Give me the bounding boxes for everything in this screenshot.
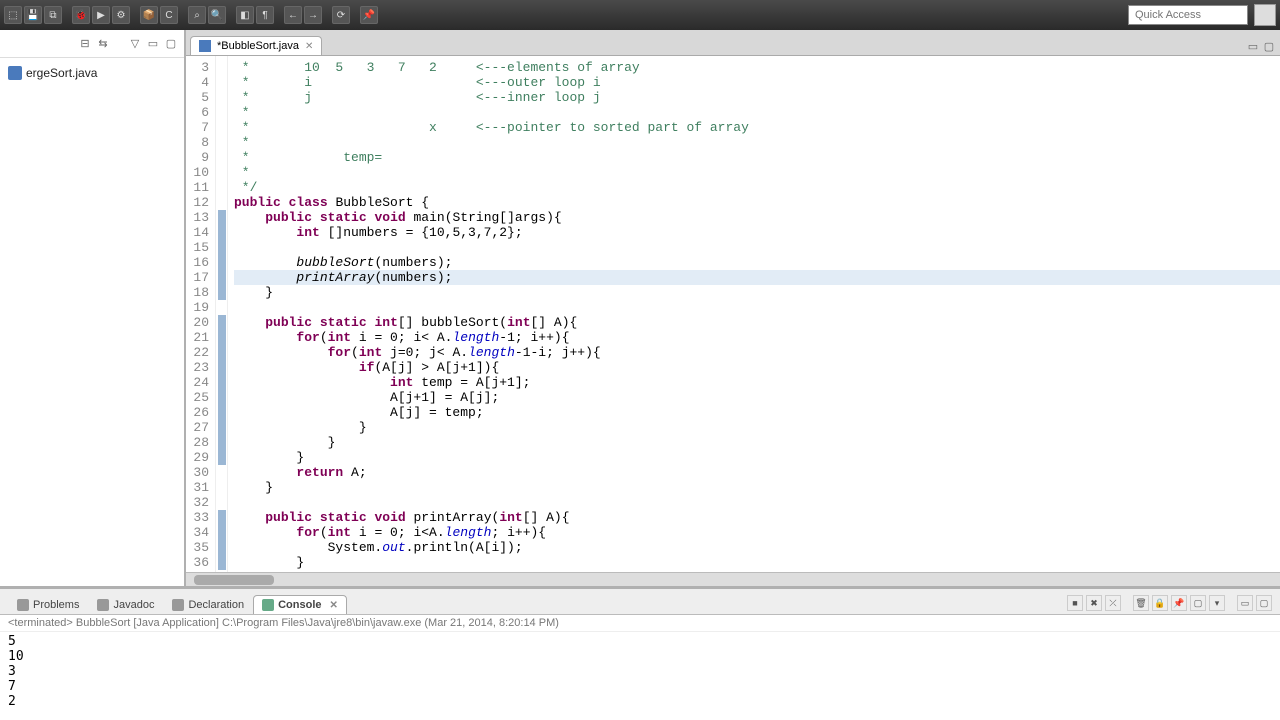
toolbar-button[interactable]: ⬚ bbox=[4, 6, 22, 24]
close-icon[interactable]: ✕ bbox=[305, 41, 313, 52]
debug-button[interactable]: 🐞 bbox=[72, 6, 90, 24]
forward-button[interactable]: → bbox=[304, 6, 322, 24]
problems-icon bbox=[17, 599, 29, 611]
pin-button[interactable]: 📌 bbox=[360, 6, 378, 24]
search-button[interactable]: 🔍 bbox=[208, 6, 226, 24]
new-class-button[interactable]: C bbox=[160, 6, 178, 24]
minimize-icon[interactable]: ▭ bbox=[1237, 595, 1253, 611]
horizontal-scrollbar[interactable] bbox=[186, 572, 1280, 586]
package-explorer: ⊟ ⇆ ▽ ▭ ▢ ergeSort.java bbox=[0, 30, 186, 586]
remove-all-button[interactable]: ⤫ bbox=[1105, 595, 1121, 611]
java-file-icon bbox=[199, 40, 211, 52]
tab-javadoc[interactable]: Javadoc bbox=[88, 595, 163, 614]
view-menu-icon[interactable]: ▽ bbox=[128, 37, 142, 51]
open-type-button[interactable]: ⌕ bbox=[188, 6, 206, 24]
collapse-all-icon[interactable]: ⊟ bbox=[78, 37, 92, 51]
display-console-button[interactable]: ▢ bbox=[1190, 595, 1206, 611]
editor-tab[interactable]: *BubbleSort.java ✕ bbox=[190, 36, 322, 55]
console-toolbar: ■ ✖ ⤫ 🗑 🔒 📌 ▢ ▾ ▭ ▢ bbox=[1067, 595, 1280, 614]
save-all-button[interactable]: ⧉ bbox=[44, 6, 62, 24]
main-toolbar: ⬚ 💾 ⧉ 🐞 ▶ ⚙ 📦 C ⌕ 🔍 ◧ ¶ ← → ⟳ 📌 bbox=[0, 0, 1280, 30]
file-name: ergeSort.java bbox=[26, 66, 97, 80]
java-perspective-button[interactable] bbox=[1254, 4, 1276, 26]
package-explorer-toolbar: ⊟ ⇆ ▽ ▭ ▢ bbox=[0, 30, 184, 58]
maximize-icon[interactable]: ▢ bbox=[164, 37, 178, 51]
back-button[interactable]: ← bbox=[284, 6, 302, 24]
show-whitespace-button[interactable]: ¶ bbox=[256, 6, 274, 24]
code-content[interactable]: * 10 5 3 7 2 <---elements of array * i <… bbox=[228, 56, 1280, 572]
save-button[interactable]: 💾 bbox=[24, 6, 42, 24]
console-icon bbox=[262, 599, 274, 611]
open-console-button[interactable]: ▾ bbox=[1209, 595, 1225, 611]
clear-console-button[interactable]: 🗑 bbox=[1133, 595, 1149, 611]
minimize-icon[interactable]: ▭ bbox=[146, 37, 160, 51]
close-icon[interactable]: ✕ bbox=[330, 600, 338, 611]
scrollbar-thumb[interactable] bbox=[194, 575, 274, 585]
external-button[interactable]: ⚙ bbox=[112, 6, 130, 24]
editor-tab-label: *BubbleSort.java bbox=[217, 40, 299, 52]
minimize-icon[interactable]: ▭ bbox=[1246, 39, 1260, 53]
editor-pane: *BubbleSort.java ✕ ▭ ▢ 34567891011121314… bbox=[186, 30, 1280, 586]
javadoc-icon bbox=[97, 599, 109, 611]
file-item[interactable]: ergeSort.java bbox=[4, 64, 180, 82]
quick-access-input[interactable] bbox=[1128, 5, 1248, 25]
console-output[interactable]: 5 10 3 7 2 bbox=[0, 632, 1280, 720]
pin-console-button[interactable]: 📌 bbox=[1171, 595, 1187, 611]
remove-launch-button[interactable]: ✖ bbox=[1086, 595, 1102, 611]
code-editor[interactable]: 3456789101112131415161718192021222324252… bbox=[186, 56, 1280, 572]
scroll-lock-button[interactable]: 🔒 bbox=[1152, 595, 1168, 611]
terminate-button[interactable]: ■ bbox=[1067, 595, 1083, 611]
tab-declaration[interactable]: Declaration bbox=[163, 595, 253, 614]
tab-problems[interactable]: Problems bbox=[8, 595, 88, 614]
editor-tab-row: *BubbleSort.java ✕ ▭ ▢ bbox=[186, 30, 1280, 56]
maximize-icon[interactable]: ▢ bbox=[1256, 595, 1272, 611]
java-file-icon bbox=[8, 66, 22, 80]
refresh-button[interactable]: ⟳ bbox=[332, 6, 350, 24]
toggle-mark-button[interactable]: ◧ bbox=[236, 6, 254, 24]
line-number-gutter: 3456789101112131415161718192021222324252… bbox=[186, 56, 216, 572]
new-package-button[interactable]: 📦 bbox=[140, 6, 158, 24]
bottom-tab-row: Problems Javadoc Declaration Console ✕ ■… bbox=[0, 589, 1280, 615]
bottom-panel: Problems Javadoc Declaration Console ✕ ■… bbox=[0, 586, 1280, 720]
console-status: <terminated> BubbleSort [Java Applicatio… bbox=[0, 615, 1280, 632]
folding-gutter[interactable] bbox=[216, 56, 228, 572]
run-button[interactable]: ▶ bbox=[92, 6, 110, 24]
tab-console[interactable]: Console ✕ bbox=[253, 595, 347, 614]
declaration-icon bbox=[172, 599, 184, 611]
link-editor-icon[interactable]: ⇆ bbox=[96, 37, 110, 51]
maximize-icon[interactable]: ▢ bbox=[1262, 39, 1276, 53]
